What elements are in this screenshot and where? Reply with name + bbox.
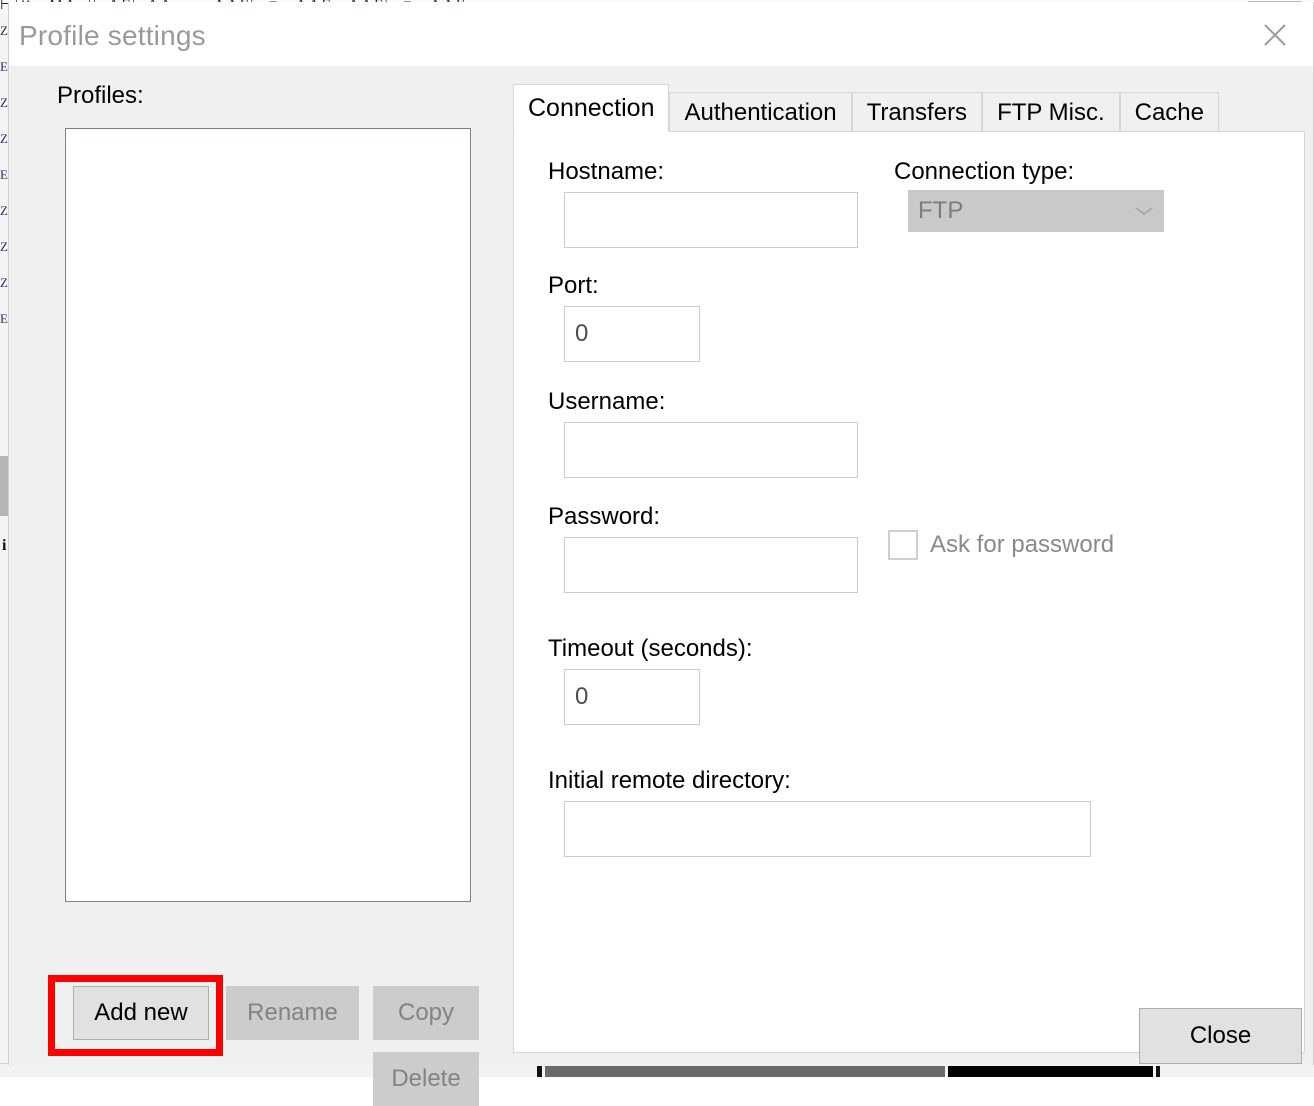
rename-button-label: Rename bbox=[247, 999, 338, 1026]
rename-button[interactable]: Rename bbox=[226, 986, 359, 1040]
tab-authentication-label: Authentication bbox=[684, 98, 837, 126]
add-new-button-label: Add new bbox=[94, 999, 188, 1026]
delete-button-label: Delete bbox=[391, 1065, 461, 1092]
connection-tab-panel: Hostname: Connection type: FTP Port: Use… bbox=[513, 131, 1305, 1053]
dialog-titlebar: Profile settings bbox=[9, 2, 1313, 66]
port-label: Port: bbox=[548, 272, 599, 299]
background-status-strip bbox=[0, 1063, 1314, 1077]
timeout-input[interactable] bbox=[564, 669, 700, 725]
close-button[interactable]: Close bbox=[1139, 1008, 1302, 1064]
profiles-listbox[interactable] bbox=[65, 128, 471, 902]
background-left-strip-marker: i bbox=[2, 537, 7, 554]
background-status-segment-c bbox=[545, 1066, 945, 1077]
background-status-segment-b bbox=[537, 1066, 542, 1077]
initial-remote-directory-label: Initial remote directory: bbox=[548, 767, 791, 794]
background-status-segment-a bbox=[0, 1066, 287, 1077]
chevron-down-icon bbox=[1124, 205, 1164, 217]
background-status-segment-d bbox=[948, 1066, 1153, 1077]
tab-ftp-misc[interactable]: FTP Misc. bbox=[982, 92, 1120, 132]
connection-type-label: Connection type: bbox=[894, 158, 1075, 185]
close-button-label: Close bbox=[1189, 1022, 1252, 1049]
tab-authentication[interactable]: Authentication bbox=[669, 92, 852, 132]
add-new-button[interactable]: Add new bbox=[73, 986, 209, 1040]
ask-for-password-checkbox[interactable]: Ask for password bbox=[888, 530, 1114, 560]
tab-connection[interactable]: Connection bbox=[513, 84, 670, 132]
close-x-icon[interactable] bbox=[1253, 18, 1297, 52]
settings-tabstrip: Connection Authentication Transfers FTP … bbox=[513, 84, 1219, 132]
tab-transfers-label: Transfers bbox=[866, 98, 968, 126]
delete-button[interactable]: Delete bbox=[373, 1052, 479, 1106]
profiles-label: Profiles: bbox=[57, 82, 144, 109]
hostname-input[interactable] bbox=[564, 192, 858, 248]
password-input[interactable] bbox=[564, 537, 858, 593]
dialog-title: Profile settings bbox=[19, 20, 206, 51]
tab-cache[interactable]: Cache bbox=[1119, 92, 1219, 132]
username-input[interactable] bbox=[564, 422, 858, 478]
connection-type-select[interactable]: FTP bbox=[908, 190, 1164, 232]
tab-cache-label: Cache bbox=[1134, 98, 1204, 126]
checkbox-box-icon bbox=[888, 530, 918, 560]
tab-ftp-misc-label: FTP Misc. bbox=[997, 98, 1105, 126]
timeout-label: Timeout (seconds): bbox=[548, 635, 753, 662]
dialog-body: Profiles: Add new Rename Copy Delete Con… bbox=[9, 66, 1313, 1106]
port-input[interactable] bbox=[564, 306, 700, 362]
copy-button[interactable]: Copy bbox=[373, 986, 479, 1040]
profile-settings-dialog: Profile settings Profiles: Add new Renam… bbox=[8, 2, 1314, 1106]
initial-remote-directory-input[interactable] bbox=[564, 801, 1091, 857]
username-label: Username: bbox=[548, 388, 666, 415]
copy-button-label: Copy bbox=[397, 999, 455, 1026]
password-label: Password: bbox=[548, 503, 661, 530]
tab-connection-label: Connection bbox=[528, 93, 655, 122]
background-status-segment-e bbox=[1156, 1066, 1160, 1077]
hostname-label: Hostname: bbox=[548, 158, 665, 185]
background-left-strip-text: Z E Z Z E Z Z Z E bbox=[0, 23, 8, 326]
tab-transfers[interactable]: Transfers bbox=[851, 92, 983, 132]
ask-for-password-label: Ask for password bbox=[930, 531, 1115, 558]
connection-type-value: FTP bbox=[918, 197, 964, 224]
